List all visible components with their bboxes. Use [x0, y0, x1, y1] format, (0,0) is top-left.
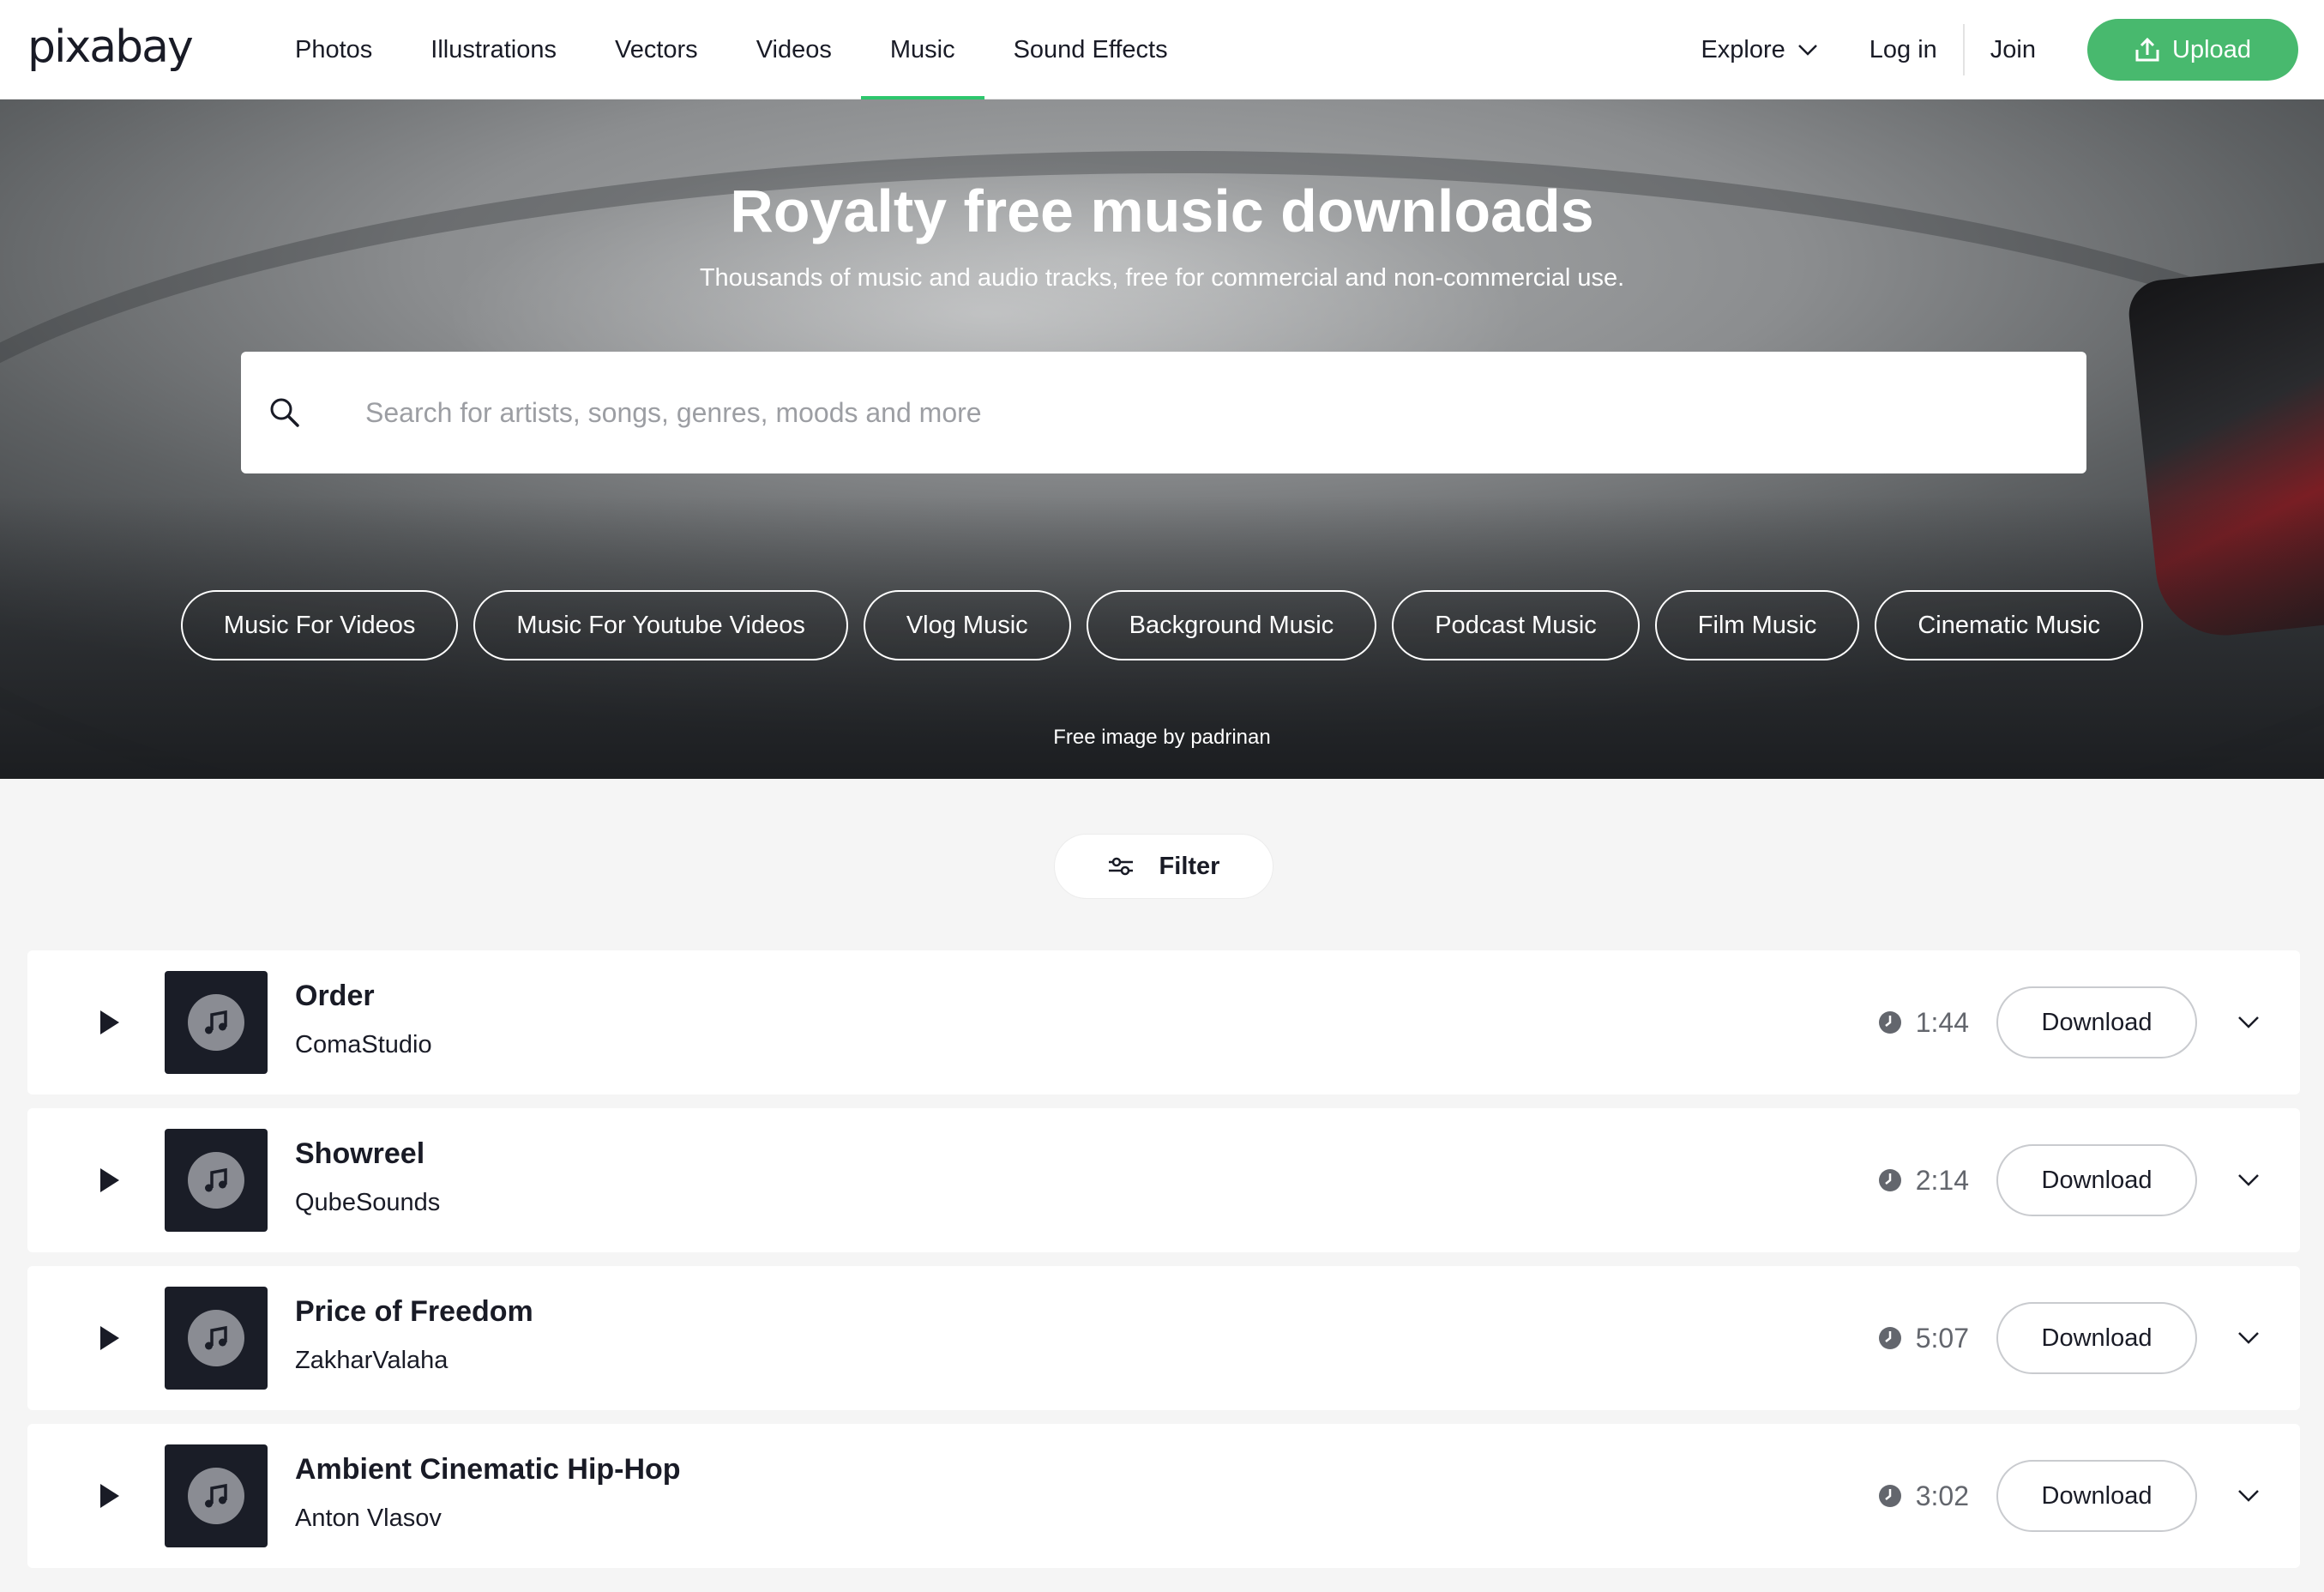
- download-button[interactable]: Download: [1996, 1144, 2197, 1216]
- chevron-down-icon: [1797, 45, 1817, 56]
- pixabay-logo[interactable]: pixabay: [27, 17, 194, 77]
- upload-icon: [2135, 37, 2159, 62]
- track-title[interactable]: Price of Freedom: [295, 1295, 533, 1329]
- search-bar: [241, 352, 2086, 473]
- chevron-down-icon: [2238, 1490, 2259, 1502]
- clock-icon: [1878, 1485, 1901, 1507]
- filter-label: Filter: [1159, 852, 1220, 880]
- track-title[interactable]: Ambient Cinematic Hip-Hop: [295, 1453, 681, 1486]
- header-actions: Explore Log in Join Upload: [1701, 0, 2298, 100]
- hero-background-tonearm: [2125, 260, 2324, 642]
- hero-subtitle: Thousands of music and audio tracks, fre…: [699, 264, 1625, 292]
- chip-music-for-videos[interactable]: Music For Videos: [180, 590, 459, 660]
- chip-film-music[interactable]: Film Music: [1654, 590, 1860, 660]
- chip-background-music[interactable]: Background Music: [1086, 590, 1377, 660]
- chevron-down-icon: [2238, 1016, 2259, 1028]
- page: pixabay Photos Illustrations Vectors Videos…: [0, 0, 2324, 1592]
- clock-icon: [1878, 1011, 1901, 1034]
- chevron-down-icon: [2238, 1174, 2259, 1186]
- duration-text: 5:07: [1915, 1322, 1969, 1354]
- play-icon: [100, 1010, 119, 1034]
- track-row: Ambient Cinematic Hip-Hop Anton Vlasov 3…: [27, 1424, 2300, 1568]
- nav-music[interactable]: Music: [860, 0, 984, 100]
- upload-button[interactable]: Upload: [2087, 19, 2298, 81]
- track-actions: 2:14 Download: [1878, 1108, 2300, 1252]
- track-artist[interactable]: ZakharValaha: [295, 1347, 448, 1375]
- duration-text: 2:14: [1915, 1164, 1969, 1196]
- nav-vectors[interactable]: Vectors: [586, 0, 727, 100]
- join-link[interactable]: Join: [1965, 36, 2087, 64]
- search-input[interactable]: [365, 352, 2046, 473]
- track-artist[interactable]: ComaStudio: [295, 1031, 432, 1059]
- track-thumbnail[interactable]: [165, 1287, 268, 1390]
- track-list: Order ComaStudio 1:44 Download Showreel …: [27, 950, 2300, 1582]
- hero-title: Royalty free music downloads: [730, 178, 1594, 244]
- search-icon[interactable]: [268, 396, 301, 429]
- play-icon: [100, 1168, 119, 1192]
- expand-chevron[interactable]: [2231, 1479, 2266, 1513]
- login-link[interactable]: Log in: [1844, 36, 1963, 64]
- track-actions: 1:44 Download: [1878, 950, 2300, 1094]
- upload-label: Upload: [2172, 35, 2251, 63]
- chip-podcast-music[interactable]: Podcast Music: [1392, 590, 1640, 660]
- clock-icon: [1878, 1169, 1901, 1191]
- track-thumbnail[interactable]: [165, 971, 268, 1074]
- chip-music-for-youtube-videos[interactable]: Music For Youtube Videos: [473, 590, 848, 660]
- track-row: Order ComaStudio 1:44 Download: [27, 950, 2300, 1094]
- nav-photos[interactable]: Photos: [266, 0, 401, 100]
- track-duration: 2:14: [1878, 1165, 1969, 1197]
- track-title[interactable]: Showreel: [295, 1137, 424, 1171]
- clock-icon: [1878, 1327, 1901, 1349]
- chip-cinematic-music[interactable]: Cinematic Music: [1875, 590, 2144, 660]
- track-duration: 3:02: [1878, 1480, 1969, 1512]
- download-button[interactable]: Download: [1996, 986, 2197, 1058]
- expand-chevron[interactable]: [2231, 1321, 2266, 1355]
- track-row: Showreel QubeSounds 2:14 Download: [27, 1108, 2300, 1252]
- sliders-icon: [1108, 857, 1133, 876]
- explore-menu[interactable]: Explore: [1701, 36, 1843, 64]
- play-button[interactable]: [86, 1472, 134, 1520]
- track-row: Price of Freedom ZakharValaha 5:07 Downl…: [27, 1266, 2300, 1410]
- track-actions: 3:02 Download: [1878, 1424, 2300, 1568]
- image-credit[interactable]: Free image by padrinan: [0, 726, 2324, 750]
- track-thumbnail[interactable]: [165, 1444, 268, 1547]
- duration-text: 1:44: [1915, 1006, 1969, 1038]
- track-artist[interactable]: QubeSounds: [295, 1189, 440, 1217]
- hero-banner: Royalty free music downloads Thousands o…: [0, 100, 2324, 779]
- expand-chevron[interactable]: [2231, 1005, 2266, 1040]
- track-thumbnail[interactable]: [165, 1129, 268, 1232]
- download-button[interactable]: Download: [1996, 1302, 2197, 1374]
- play-button[interactable]: [86, 1156, 134, 1204]
- top-header: pixabay Photos Illustrations Vectors Videos…: [0, 0, 2324, 100]
- track-actions: 5:07 Download: [1878, 1266, 2300, 1410]
- main-nav: Photos Illustrations Vectors Videos Music Sou…: [266, 0, 1197, 100]
- category-chips: Music For Videos Music For Youtube Videos…: [0, 590, 2324, 660]
- track-duration: 5:07: [1878, 1323, 1969, 1354]
- filter-button[interactable]: Filter: [1054, 834, 1273, 899]
- explore-label: Explore: [1701, 35, 1785, 63]
- play-button[interactable]: [86, 1314, 134, 1362]
- track-title[interactable]: Order: [295, 980, 375, 1013]
- music-note-icon: [188, 994, 244, 1051]
- expand-chevron[interactable]: [2231, 1163, 2266, 1197]
- play-icon: [100, 1326, 119, 1350]
- duration-text: 3:02: [1915, 1480, 1969, 1511]
- music-note-icon: [188, 1468, 244, 1524]
- music-note-icon: [188, 1310, 244, 1366]
- track-duration: 1:44: [1878, 1007, 1969, 1039]
- nav-videos[interactable]: Videos: [727, 0, 861, 100]
- nav-illustrations[interactable]: Illustrations: [401, 0, 586, 100]
- music-note-icon: [188, 1152, 244, 1209]
- track-artist[interactable]: Anton Vlasov: [295, 1505, 442, 1533]
- play-button[interactable]: [86, 998, 134, 1046]
- download-button[interactable]: Download: [1996, 1460, 2197, 1532]
- nav-sound-effects[interactable]: Sound Effects: [984, 0, 1197, 100]
- chip-vlog-music[interactable]: Vlog Music: [863, 590, 1071, 660]
- chevron-down-icon: [2238, 1332, 2259, 1344]
- play-icon: [100, 1484, 119, 1508]
